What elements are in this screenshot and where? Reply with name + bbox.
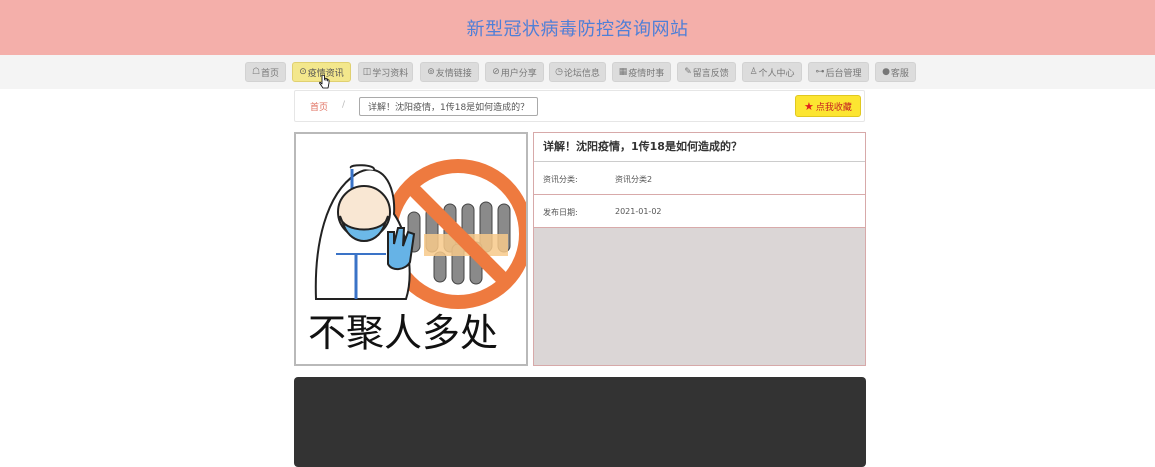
- mouse-cursor-icon: [319, 74, 330, 89]
- nav-item-label: 论坛信息: [563, 68, 600, 79]
- detail-row-publish-date: 发布日期: 2021-01-02: [534, 195, 865, 228]
- image-caption: 不聚人多处: [308, 311, 498, 355]
- nav-bar: ☖ 首页 ⊙ 疫情资讯 ◫ 学习资料 ⊚ 友情链接 ⊘ 用户分享 ◷ 论坛信息 ▦ 疫情时事 …: [0, 55, 1155, 89]
- link-icon: ⊶: [815, 67, 825, 77]
- detail-label: 资讯分类:: [543, 175, 578, 184]
- clock-icon: ⊙: [299, 67, 307, 77]
- home-icon: ☖: [251, 67, 261, 77]
- no-gathering-illustration: 不聚人多处: [308, 159, 526, 355]
- nav-item-personal-center[interactable]: ♙ 个人中心: [742, 62, 802, 82]
- nav-item-user-share[interactable]: ⊘ 用户分享: [485, 62, 544, 82]
- star-icon: ★: [804, 99, 814, 113]
- site-header: 新型冠状病毒防控咨询网站: [0, 0, 1155, 55]
- nav-item-customer-service[interactable]: ● 客服: [875, 62, 916, 82]
- site-title: 新型冠状病毒防控咨询网站: [466, 18, 689, 40]
- nav-item-admin[interactable]: ⊶ 后台管理: [808, 62, 869, 82]
- share-icon: ⊘: [492, 67, 500, 77]
- article-content-panel: [294, 377, 866, 467]
- nav-item-feedback[interactable]: ✎ 留言反馈: [677, 62, 736, 82]
- nav-item-label: 学习资料: [372, 68, 409, 79]
- nav-item-label: 个人中心: [758, 68, 795, 79]
- link-circle-icon: ⊚: [427, 67, 435, 77]
- calendar-icon: ▦: [618, 67, 628, 77]
- breadcrumb-home-link[interactable]: 首页: [310, 100, 328, 113]
- detail-label: 发布日期:: [543, 208, 578, 217]
- nav-item-label: 后台管理: [825, 68, 862, 79]
- service-icon: ●: [882, 67, 890, 77]
- breadcrumb: 首页 / 详解！沈阳疫情，1传18是如何造成的？ ★ 点我收藏: [294, 90, 865, 122]
- detail-row-category: 资讯分类: 资讯分类2: [534, 162, 865, 195]
- breadcrumb-current: 详解！沈阳疫情，1传18是如何造成的？: [359, 97, 539, 116]
- nav-item-label: 留言反馈: [692, 68, 729, 79]
- nav-item-label: 友情链接: [435, 68, 472, 79]
- user-icon: ♙: [749, 67, 758, 77]
- detail-value: 资讯分类2: [615, 175, 653, 184]
- clock-icon: ◷: [555, 67, 563, 77]
- edit-icon: ✎: [684, 67, 692, 77]
- nav-item-label: 疫情时事: [628, 68, 665, 79]
- nav-item-epidemic-events[interactable]: ▦ 疫情时事: [612, 62, 671, 82]
- article-image: 不聚人多处: [294, 132, 528, 366]
- breadcrumb-separator: /: [342, 100, 346, 110]
- book-icon: ◫: [362, 67, 372, 77]
- favorite-button-label: 点我收藏: [815, 102, 852, 113]
- nav-item-friend-links[interactable]: ⊚ 友情链接: [420, 62, 479, 82]
- article-title: 详解！沈阳疫情，1传18是如何造成的？: [534, 133, 865, 162]
- detail-value: 2021-01-02: [615, 207, 662, 216]
- nav-item-forum[interactable]: ◷ 论坛信息: [549, 62, 606, 82]
- nav-item-label: 用户分享: [500, 68, 537, 79]
- nav-item-label: 客服: [890, 68, 909, 79]
- nav-item-label: 首页: [261, 68, 280, 79]
- nav-item-home[interactable]: ☖ 首页: [245, 62, 286, 82]
- favorite-button[interactable]: ★ 点我收藏: [795, 95, 861, 117]
- article-detail-panel: 详解！沈阳疫情，1传18是如何造成的？ 资讯分类: 资讯分类2 发布日期: 20…: [533, 132, 866, 366]
- nav-item-study-materials[interactable]: ◫ 学习资料: [358, 62, 413, 82]
